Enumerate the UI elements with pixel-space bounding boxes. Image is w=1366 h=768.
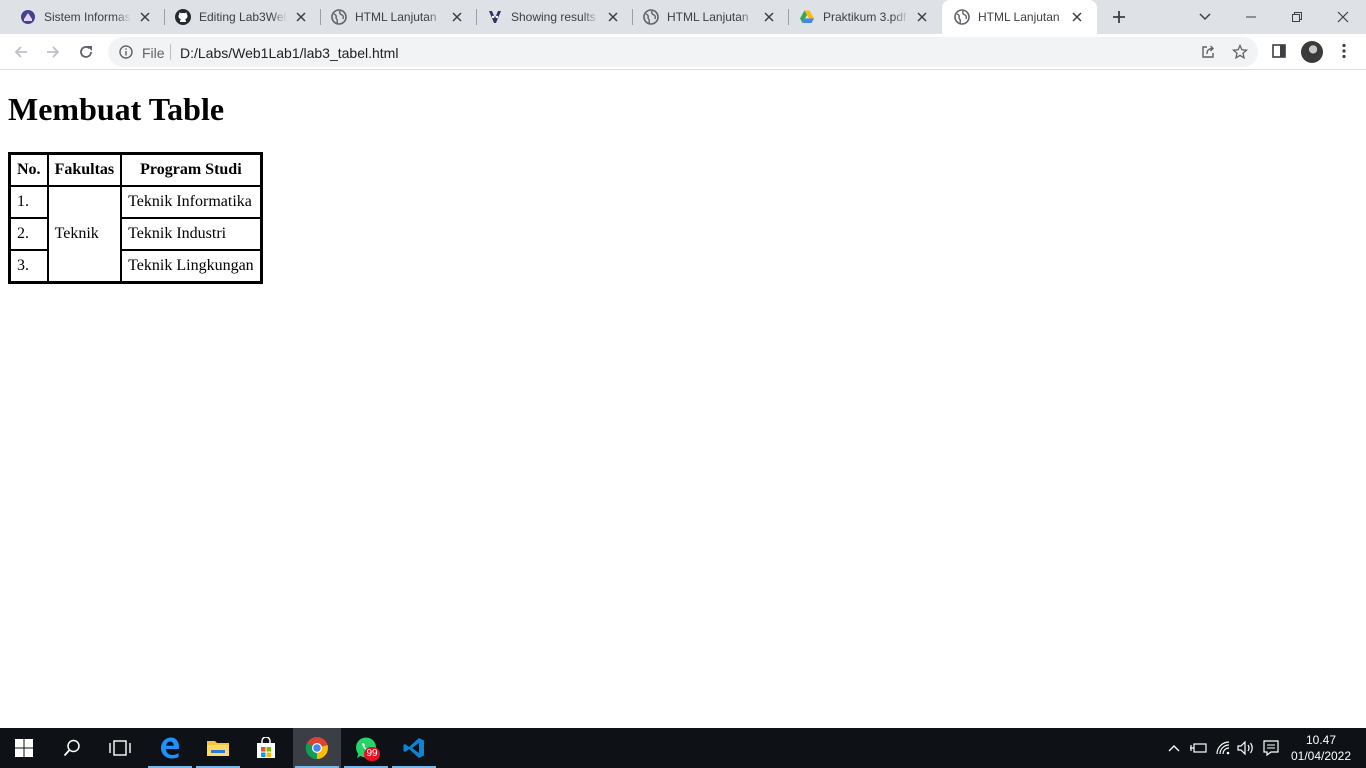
clock-date: 01/04/2022 <box>1290 749 1352 763</box>
arrow-right-icon <box>47 46 60 58</box>
back-button[interactable] <box>7 38 35 66</box>
taskbar-clock[interactable]: 10.47 01/04/2022 <box>1285 732 1357 764</box>
volume-button[interactable] <box>1236 728 1256 768</box>
tab-praktikum-pdf[interactable]: Praktikum 3.pdf - <box>779 0 942 34</box>
address-bar[interactable]: File D:/Labs/Web1Lab1/lab3_tabel.html <box>108 37 1258 67</box>
file-explorer-icon <box>207 741 229 756</box>
minimize-button[interactable] <box>1228 0 1274 34</box>
taskbar-edge[interactable] <box>146 728 194 768</box>
windows-taskbar: 99 10.47 01/04/2022 <box>0 728 1366 768</box>
network-button[interactable] <box>1214 728 1234 768</box>
close-tab-icon[interactable] <box>293 9 309 25</box>
volume-icon <box>1237 741 1253 755</box>
university-icon <box>20 9 36 25</box>
reload-icon <box>80 46 92 58</box>
tab-strip: Sistem Informasi Editing Lab3Web HTML La… <box>0 0 1366 34</box>
close-tab-icon[interactable] <box>761 9 777 25</box>
url-text[interactable]: D:/Labs/Web1Lab1/lab3_tabel.html <box>180 45 398 61</box>
profile-avatar[interactable] <box>1301 41 1323 63</box>
vscode-icon <box>403 738 424 758</box>
action-center-button[interactable] <box>1260 728 1282 768</box>
tab-html-lanjutan-2[interactable]: HTML Lanjutan <box>623 0 789 34</box>
edge-icon <box>161 737 180 759</box>
scheme-label: File <box>142 45 165 61</box>
chrome-menu-button[interactable] <box>1332 39 1356 63</box>
github-icon <box>175 9 191 25</box>
table-header-row: No. Fakultas Program Studi <box>10 154 261 186</box>
show-hidden-icons-button[interactable] <box>1166 728 1182 768</box>
clock-time: 10.47 <box>1305 733 1337 747</box>
taskbar-store[interactable] <box>242 728 290 768</box>
taskbar-whatsapp[interactable]: 99 <box>342 728 390 768</box>
side-panel-icon <box>1272 44 1286 58</box>
close-tab-icon[interactable] <box>605 9 621 25</box>
restore-button[interactable] <box>1274 0 1320 34</box>
taskbar-file-explorer[interactable] <box>194 728 242 768</box>
cell-program-studi: Teknik Informatika <box>121 186 261 218</box>
web-page: Membuat Table No. Fakultas Program Studi… <box>0 71 1366 728</box>
cell-program-studi: Teknik Industri <box>121 218 261 250</box>
tab-sistem-informasi[interactable]: Sistem Informasi <box>0 0 165 34</box>
store-icon <box>257 737 275 758</box>
notification-icon <box>1263 740 1279 756</box>
arrow-left-icon <box>14 46 27 58</box>
tab-editing-lab3web[interactable]: Editing Lab3Web <box>155 0 321 34</box>
globe-icon <box>954 9 970 25</box>
new-tab-button[interactable] <box>1108 6 1130 28</box>
header-program-studi: Program Studi <box>121 154 261 186</box>
start-icon <box>15 739 33 757</box>
task-view-icon <box>109 740 131 756</box>
cell-no: 1. <box>10 186 48 218</box>
taskbar-chrome[interactable] <box>293 728 341 768</box>
more-vertical-icon <box>1342 43 1346 59</box>
taskbar-vscode[interactable] <box>390 728 438 768</box>
tab-html-lanjutan-1[interactable]: HTML Lanjutan <box>311 0 477 34</box>
close-icon <box>1337 11 1349 23</box>
browser-toolbar: File D:/Labs/Web1Lab1/lab3_tabel.html <box>0 34 1366 70</box>
google-drive-icon <box>799 9 815 25</box>
taskbar-search-button[interactable] <box>48 728 96 768</box>
plus-icon <box>1113 11 1125 23</box>
forward-button[interactable] <box>39 38 67 66</box>
battery-plug-icon <box>1190 743 1207 753</box>
restore-icon <box>1292 12 1302 22</box>
close-tab-icon[interactable] <box>137 9 153 25</box>
bookmark-star-icon[interactable] <box>1232 44 1248 60</box>
task-view-button[interactable] <box>96 728 144 768</box>
side-panel-button[interactable] <box>1267 39 1291 63</box>
tab-html-lanjutan-active[interactable]: HTML Lanjutan <box>942 0 1097 34</box>
chrome-icon <box>305 737 328 760</box>
minimize-icon <box>1246 16 1256 18</box>
battery-button[interactable] <box>1188 728 1208 768</box>
chevron-up-icon <box>1168 745 1180 752</box>
globe-icon <box>331 9 347 25</box>
close-window-button[interactable] <box>1320 0 1366 34</box>
cell-program-studi: Teknik Lingkungan <box>121 250 261 282</box>
cell-no: 3. <box>10 250 48 282</box>
whatsapp-badge: 99 <box>364 747 380 761</box>
reload-button[interactable] <box>72 38 100 66</box>
header-fakultas: Fakultas <box>47 154 122 186</box>
chevron-down-icon <box>1199 13 1211 21</box>
prodi-table: No. Fakultas Program Studi 1. Teknik Tek… <box>8 152 263 284</box>
globe-icon <box>643 9 659 25</box>
wifi-icon <box>1216 741 1230 755</box>
close-tab-icon[interactable] <box>449 9 465 25</box>
search-brand-icon <box>487 9 503 25</box>
share-icon[interactable] <box>1200 44 1216 60</box>
tab-search-button[interactable] <box>1182 0 1228 34</box>
close-tab-icon[interactable] <box>1069 9 1085 25</box>
start-button[interactable] <box>0 728 48 768</box>
cell-no: 2. <box>10 218 48 250</box>
close-tab-icon[interactable] <box>914 9 930 25</box>
info-icon[interactable] <box>118 44 134 60</box>
tab-showing-results[interactable]: Showing results f <box>467 0 633 34</box>
table-row: 1. Teknik Teknik Informatika <box>10 186 261 282</box>
cell-fakultas: Teknik <box>47 186 122 282</box>
search-icon <box>63 739 80 757</box>
header-no: No. <box>10 154 48 186</box>
page-heading: Membuat Table <box>8 91 225 127</box>
